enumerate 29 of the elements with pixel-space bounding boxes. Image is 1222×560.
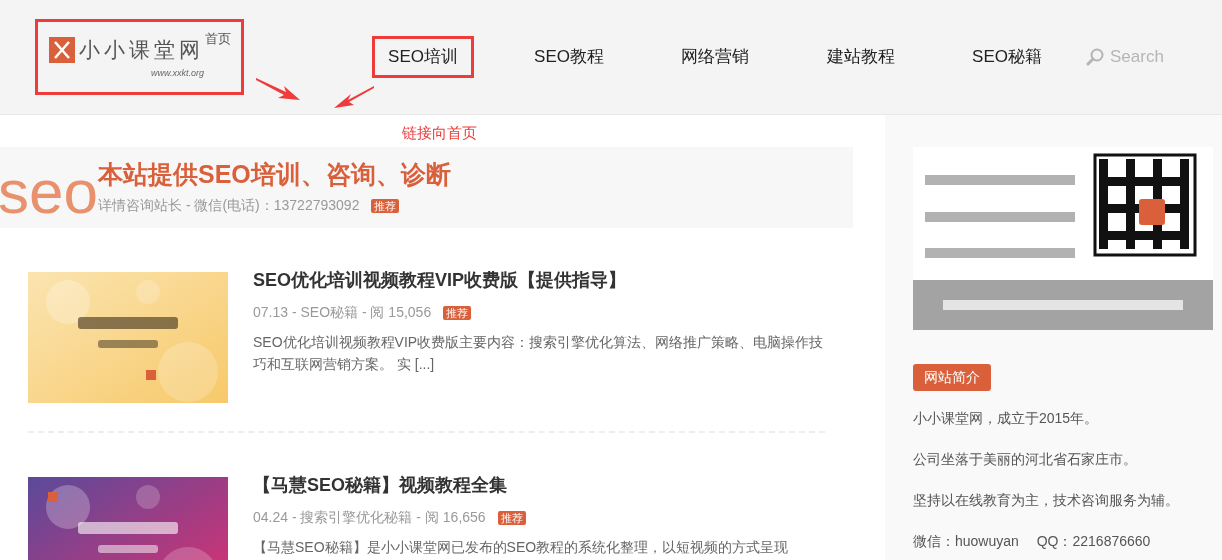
annotation-text: 链接向首页 — [402, 123, 477, 143]
section-title: 网站简介 — [913, 364, 991, 391]
search-field[interactable]: Search — [1110, 44, 1190, 70]
post-title[interactable]: SEO优化培训视频教程VIP收费版【提供指导】 — [253, 268, 825, 292]
nav-link[interactable]: SEO秘籍 — [934, 37, 1080, 77]
search-icon — [1086, 48, 1104, 66]
logo-text: 小小课堂网 — [79, 39, 204, 61]
post-meta: 04.24 - 搜索引擎优化秘籍 - 阅 16,656 — [253, 508, 486, 527]
post-meta: 07.13 - SEO秘籍 - 阅 15,056 — [253, 303, 432, 322]
tag: 推荐 — [371, 198, 400, 213]
intro-line: 坚持以在线教育为主，技术咨询服务为辅。 — [913, 491, 1180, 510]
tag: 推荐 — [497, 510, 526, 525]
nav-link[interactable]: 网络营销 — [642, 37, 788, 77]
arrow-icon — [256, 76, 300, 102]
logo-icon — [49, 36, 75, 63]
nav-link[interactable]: 建站教程 — [788, 37, 934, 77]
intro-line: 公司坐落于美丽的河北省石家庄市。 — [913, 450, 1138, 469]
intro-line: 小小课堂网，成立于2015年。 — [913, 409, 1100, 428]
nav-link[interactable]: SEO教程 — [496, 37, 642, 77]
intro-line: 微信：huowuyan QQ：2216876660 — [913, 532, 1152, 551]
arrow-icon — [334, 84, 374, 110]
post-excerpt: 【马慧SEO秘籍】是小小课堂网已发布的SEO教程的系统化整理，以短视频的方式呈现 — [253, 538, 789, 557]
promo-subtitle: 详情咨询站长 - 微信(电话)：13722793092 — [98, 197, 360, 213]
home-label: 首页 — [205, 30, 231, 48]
tag: 推荐 — [443, 305, 472, 320]
post-excerpt: SEO优化培训视频教程VIP收费版主要内容：搜索引擎优化算法、网络推广策略、电脑操作技巧和互联网营销方案。 实 [...] — [253, 333, 825, 374]
logo[interactable]: 小小课堂网 www.xxkt.org — [49, 36, 204, 81]
logo-url: www.xxkt.org — [151, 66, 204, 80]
post-title[interactable]: 【马慧SEO秘籍】视频教程全集 — [253, 473, 789, 497]
